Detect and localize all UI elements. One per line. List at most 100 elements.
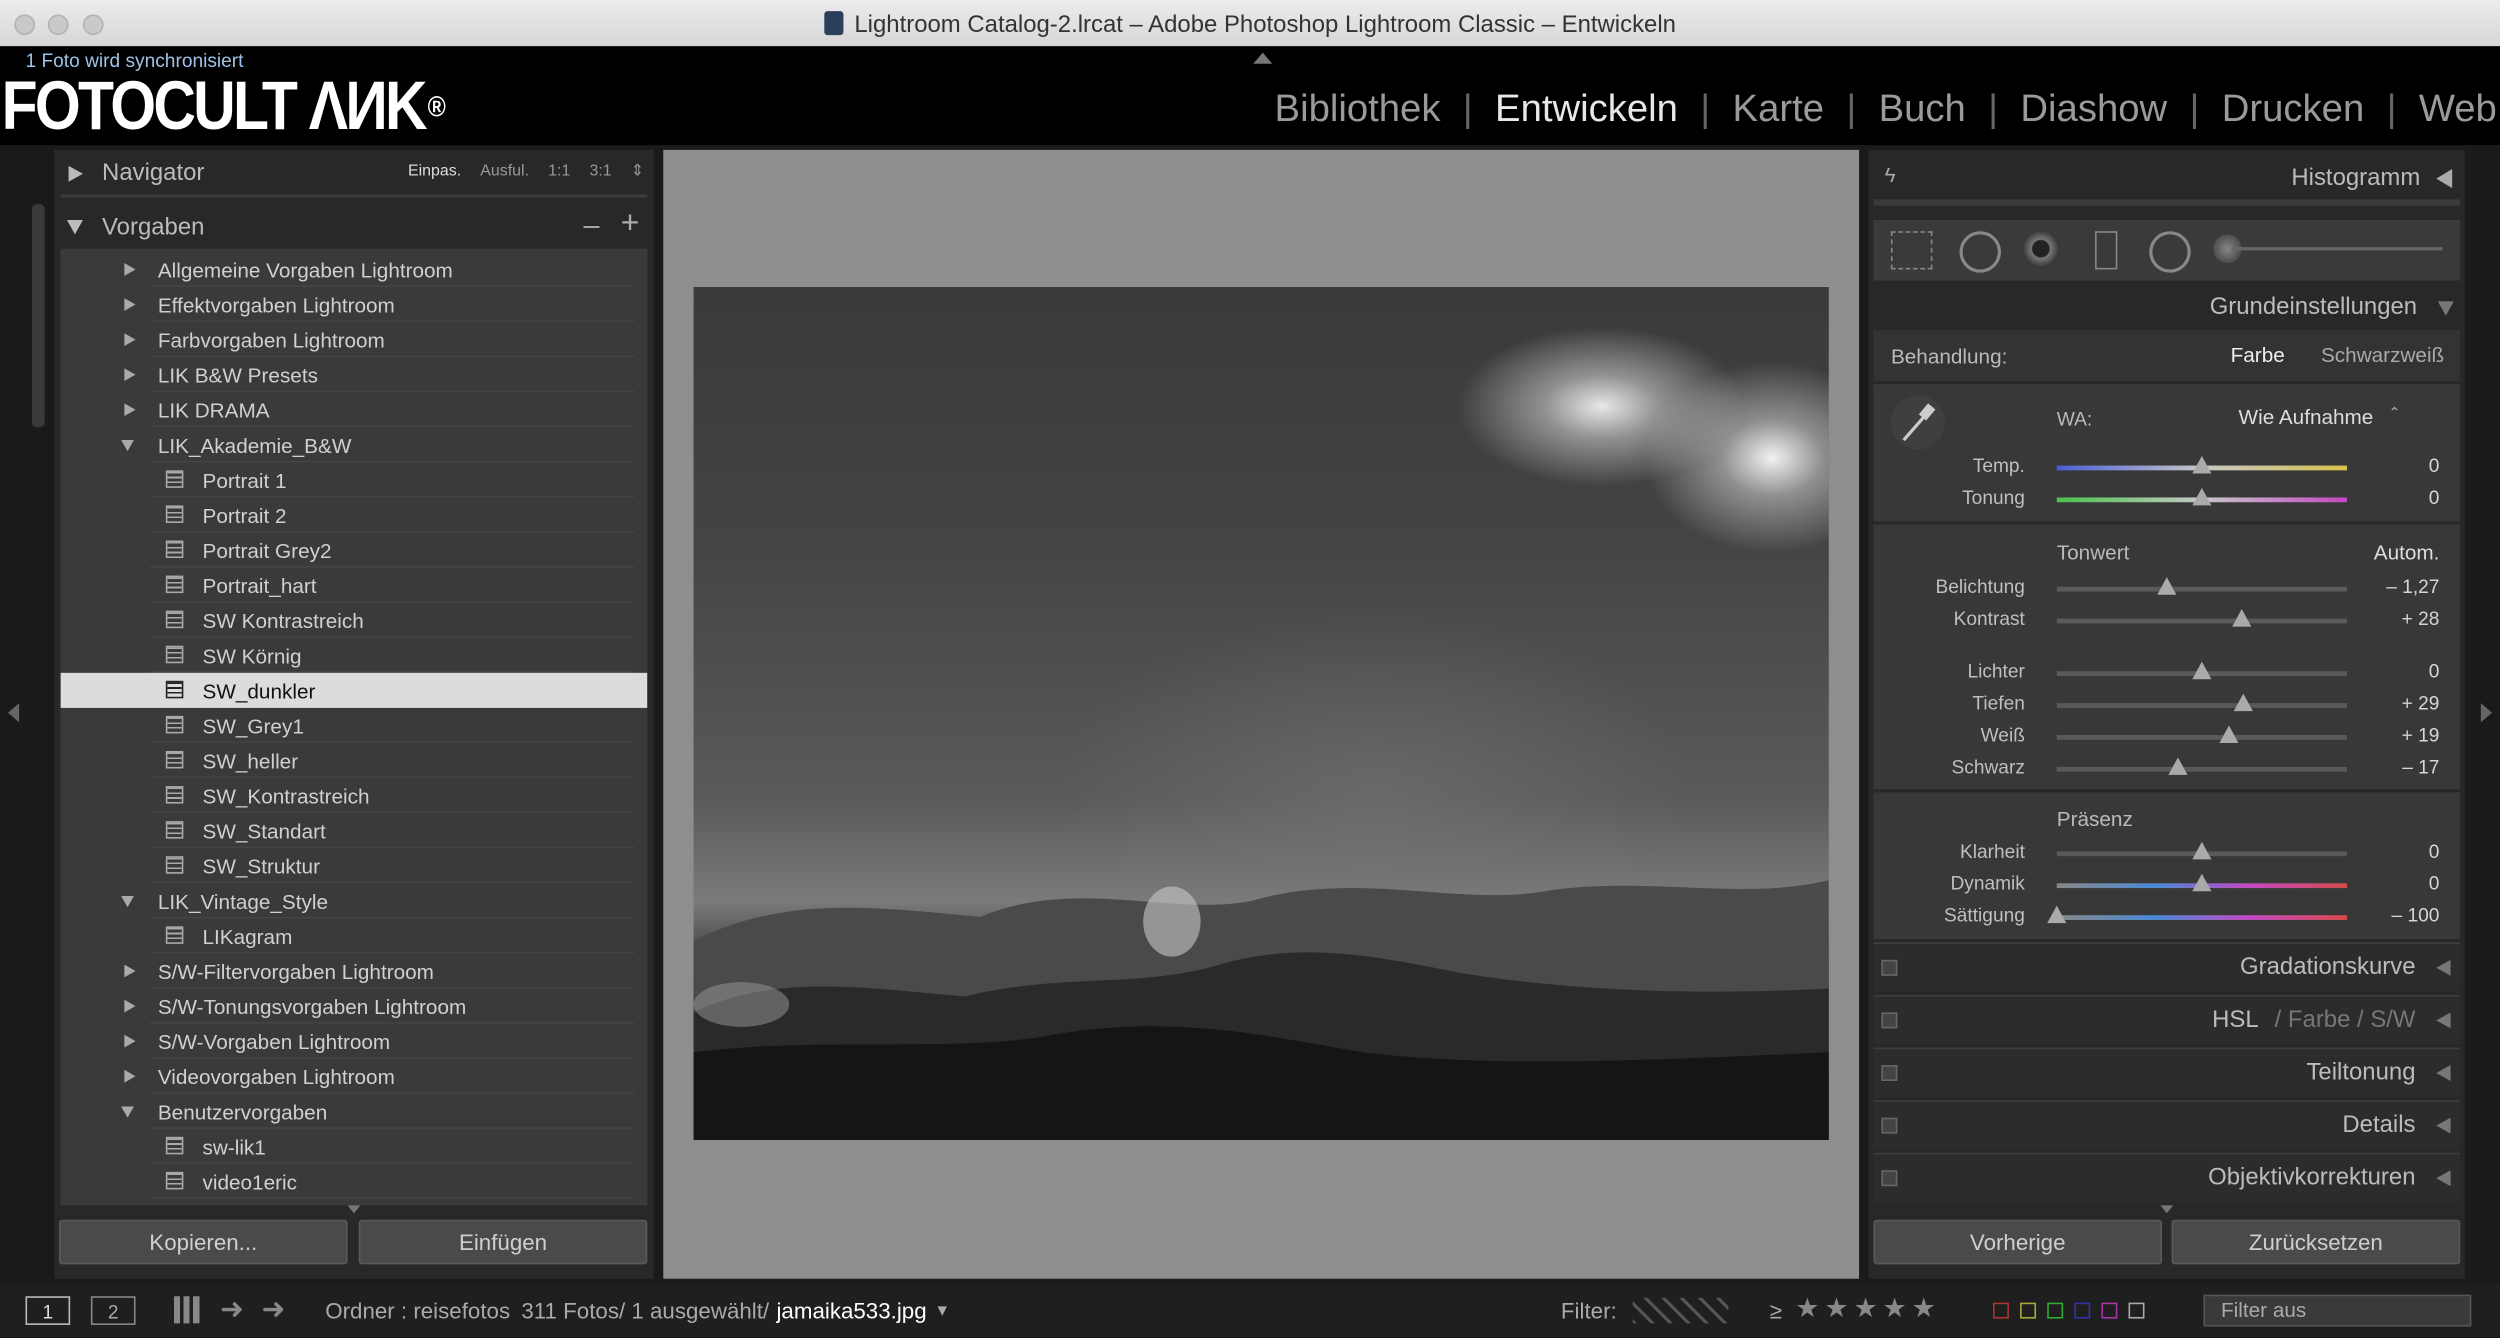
section-collapse-icon[interactable] — [2436, 1170, 2451, 1187]
slider-value[interactable]: 0 — [2429, 454, 2440, 476]
preset-item[interactable]: Portrait 2 — [61, 497, 648, 533]
module-diashow[interactable]: Diashow — [1998, 88, 2189, 131]
preset-item[interactable]: SW_heller — [61, 743, 648, 779]
preset-item[interactable]: SW Kontrastreich — [61, 603, 648, 638]
add-preset-button[interactable]: + — [621, 206, 640, 243]
slider-track-kontrast[interactable] — [2056, 609, 2347, 627]
grid-view-icon[interactable] — [173, 1296, 201, 1324]
color-label-filter[interactable] — [1993, 1302, 2152, 1319]
preset-folder[interactable]: Benutzervorgaben — [61, 1094, 648, 1129]
preset-item[interactable]: Portrait_hart — [61, 568, 648, 603]
slider-track-tiefen[interactable] — [2056, 693, 2347, 712]
preset-folder[interactable]: LIK_Akademie_B&W — [61, 427, 648, 463]
preset-folder[interactable]: Videovorgaben Lightroom — [61, 1059, 648, 1094]
panel-switch-icon[interactable] — [1881, 959, 1898, 976]
module-drucken[interactable]: Drucken — [2199, 88, 2386, 131]
rating-operator[interactable]: ≥ — [1770, 1298, 1782, 1324]
preset-item[interactable]: SW_Struktur — [61, 848, 648, 884]
main-screen-button[interactable]: 1 — [25, 1296, 71, 1325]
slider-thumb[interactable] — [2219, 725, 2239, 743]
preset-folder[interactable]: S/W-Vorgaben Lightroom — [61, 1024, 648, 1059]
slider-value[interactable]: 0 — [2429, 840, 2440, 862]
slider-value[interactable]: + 29 — [2402, 692, 2440, 714]
section-objektivkorrekturen[interactable]: Objektivkorrekturen — [1873, 1152, 2461, 1203]
slider-value[interactable]: 0 — [2429, 660, 2440, 682]
slider-thumb[interactable] — [2047, 905, 2067, 924]
slider-value[interactable]: 0 — [2429, 486, 2440, 508]
resize-grip-icon[interactable] — [347, 1205, 361, 1214]
preset-folder[interactable]: LIK DRAMA — [61, 392, 648, 428]
preset-item[interactable]: Portrait 1 — [61, 462, 648, 498]
slider-thumb[interactable] — [2232, 609, 2253, 627]
slider-track-sättigung[interactable] — [2047, 905, 2347, 924]
panel-switch-icon[interactable] — [1881, 1170, 1898, 1187]
zoom-option[interactable]: 3:1 — [589, 163, 611, 181]
preset-folder[interactable]: Farbvorgaben Lightroom — [61, 322, 648, 358]
filter-preset-select[interactable]: Filter aus — [2203, 1294, 2472, 1327]
preset-item[interactable]: LIKagram — [61, 918, 648, 954]
section-collapse-icon[interactable] — [2436, 1065, 2451, 1082]
section-gradationskurve[interactable]: Gradationskurve — [1873, 942, 2461, 992]
panel-switch-icon[interactable] — [1881, 1065, 1898, 1082]
slider-thumb[interactable] — [2156, 577, 2176, 595]
copy-settings-button[interactable]: Kopieren... — [58, 1219, 348, 1265]
section-subtabs[interactable]: / Farbe / S/W — [2275, 1006, 2416, 1033]
module-karte[interactable]: Karte — [1710, 88, 1846, 131]
paste-settings-button[interactable]: Einfügen — [358, 1219, 648, 1265]
section-collapse-icon[interactable] — [2436, 1012, 2451, 1029]
treatment-bw-option[interactable]: Schwarzweiß — [2321, 343, 2444, 367]
current-filename[interactable]: jamaika533.jpg — [776, 1298, 926, 1324]
second-screen-button[interactable]: 2 — [90, 1296, 136, 1325]
collapse-triangle-icon[interactable] — [124, 368, 136, 382]
preset-folder[interactable]: S/W-Tonungsvorgaben Lightroom — [61, 989, 648, 1024]
left-panel-toggle-icon[interactable] — [7, 703, 20, 723]
slider-track-lichter[interactable] — [2056, 661, 2347, 680]
right-panel-toggle-icon[interactable] — [2480, 703, 2493, 723]
slider-track-klarheit[interactable] — [2056, 841, 2347, 860]
zoom-dropdown-icon[interactable]: ⇕ — [631, 163, 644, 181]
collapse-triangle-icon[interactable] — [124, 298, 136, 311]
dropdown-arrows-icon[interactable]: ⌃ — [2388, 405, 2400, 423]
slider-track-temp[interactable] — [2056, 455, 2347, 474]
preset-folder[interactable]: Effektvorgaben Lightroom — [61, 287, 648, 323]
slider-value[interactable]: + 19 — [2402, 724, 2440, 746]
preset-item[interactable]: SW_Standart — [61, 813, 648, 849]
section-details[interactable]: Details — [1873, 1100, 2461, 1150]
source-folder[interactable]: Ordner : reisefotos — [325, 1298, 510, 1324]
panel-switch-icon[interactable] — [1881, 1117, 1898, 1134]
slider-value[interactable]: – 1,27 — [2386, 576, 2439, 598]
module-bibliothek[interactable]: Bibliothek — [1252, 88, 1463, 131]
module-buch[interactable]: Buch — [1856, 88, 1988, 131]
navigator-header[interactable]: Navigator Einpas. Ausful. 1:1 3:1 ⇕ — [54, 150, 653, 198]
section-hsl[interactable]: HSL / Farbe / S/W — [1873, 994, 2461, 1045]
preset-item[interactable]: sw-lik1 — [61, 1129, 648, 1164]
crop-overlay-tool-icon[interactable] — [1890, 231, 1933, 270]
collapse-triangle-icon[interactable] — [124, 403, 136, 417]
slider-thumb[interactable] — [2234, 693, 2254, 712]
preset-folder[interactable]: S/W-Filtervorgaben Lightroom — [61, 953, 648, 989]
resize-grip-icon[interactable] — [2160, 1205, 2174, 1214]
slider-value[interactable]: – 17 — [2402, 756, 2439, 778]
slider-thumb[interactable] — [2192, 455, 2212, 474]
slider-value[interactable]: – 100 — [2392, 904, 2440, 926]
preset-item[interactable]: SW_Grey1 — [61, 708, 648, 743]
zoom-option[interactable]: Ausful. — [480, 163, 529, 181]
expand-triangle-icon[interactable] — [66, 220, 83, 235]
module-web[interactable]: Web — [2397, 88, 2500, 131]
red-eye-tool-icon[interactable] — [2021, 229, 2060, 268]
zoom-option[interactable]: Einpas. — [408, 163, 461, 181]
eyedropper-icon[interactable] — [1890, 395, 1946, 450]
slider-track-tonung[interactable] — [2056, 487, 2347, 506]
expand-triangle-icon[interactable] — [121, 896, 134, 908]
collapse-triangle-icon[interactable] — [124, 999, 136, 1013]
section-collapse-icon[interactable] — [2436, 1117, 2451, 1134]
slider-thumb[interactable] — [2167, 757, 2187, 775]
previous-settings-button[interactable]: Vorherige — [1873, 1219, 2163, 1265]
section-collapse-icon[interactable] — [2436, 959, 2451, 976]
section-teiltonung[interactable]: Teiltonung — [1873, 1047, 2461, 1097]
slider-thumb[interactable] — [2192, 873, 2212, 892]
reset-button[interactable]: Zurücksetzen — [2171, 1219, 2461, 1265]
collapse-triangle-icon[interactable] — [124, 333, 136, 346]
zoom-option[interactable]: 1:1 — [548, 163, 570, 181]
preset-item[interactable]: video1eric — [61, 1164, 648, 1199]
